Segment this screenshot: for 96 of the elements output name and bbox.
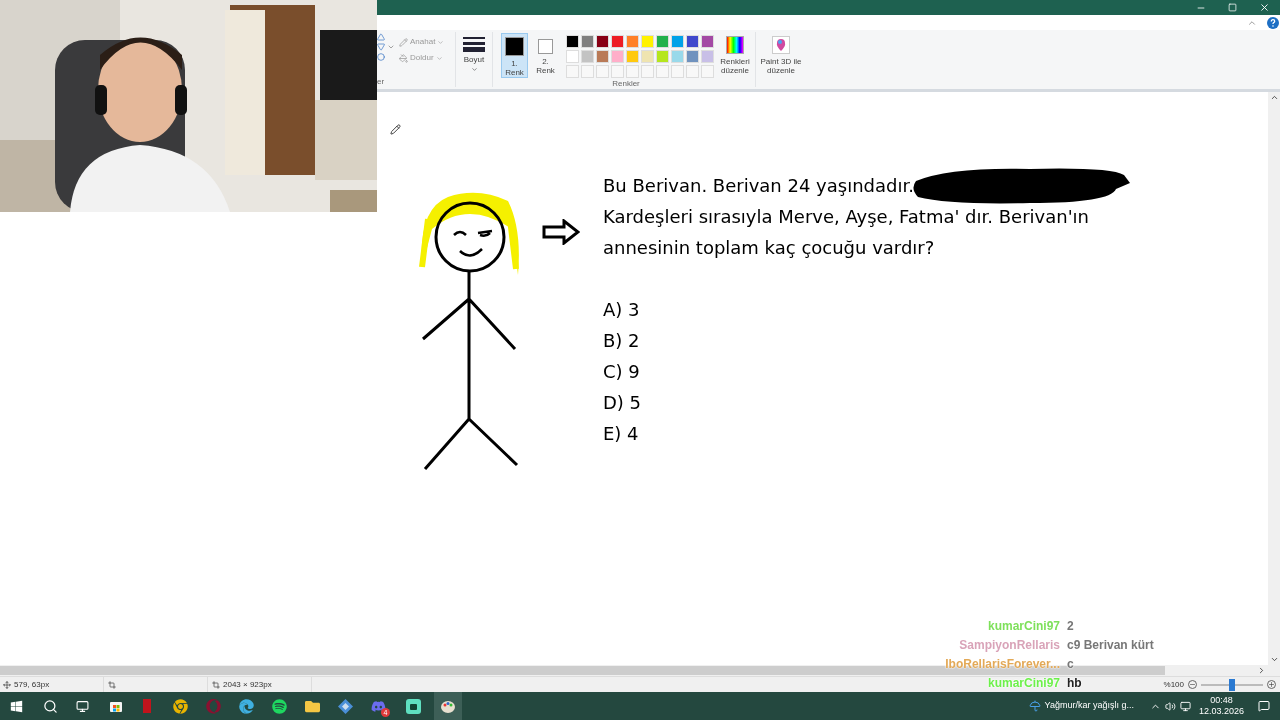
volume-icon[interactable]	[1164, 700, 1176, 712]
vertical-scrollbar[interactable]	[1268, 92, 1280, 665]
chat-username: kumarCini97	[986, 618, 1060, 635]
color-spectrum-icon	[726, 36, 744, 54]
question-text: Kardeşleri sırasıyla Merve, Ayşe, Fatma' dır. Berivan'ın	[603, 205, 1089, 229]
color-swatch[interactable]	[671, 50, 684, 63]
folder-icon[interactable]	[305, 698, 320, 714]
task-view-icon[interactable]	[76, 699, 89, 713]
chat-username: kumarCini97	[986, 675, 1060, 692]
restore-icon[interactable]	[1228, 3, 1237, 12]
empty-swatch[interactable]	[611, 65, 624, 78]
empty-swatch[interactable]	[701, 65, 714, 78]
empty-swatch[interactable]	[626, 65, 639, 78]
close-icon[interactable]	[1259, 2, 1270, 13]
empty-swatch[interactable]	[671, 65, 684, 78]
gamepad-app-icon[interactable]	[371, 698, 386, 714]
color-swatch[interactable]	[596, 50, 609, 63]
question-text: Bu Berivan. Berivan 24 yaşındadır.	[603, 174, 914, 198]
color-swatch[interactable]	[686, 35, 699, 48]
color-swatch[interactable]	[611, 35, 624, 48]
answer-option: A) 3	[603, 296, 640, 323]
chat-username: SampiyonRellaris	[958, 637, 1060, 654]
canvas-size-icon	[212, 680, 220, 689]
pencil-cursor-icon	[390, 124, 401, 135]
color-swatch[interactable]	[641, 50, 654, 63]
color-slot-button[interactable]: 2. Renk	[532, 33, 559, 78]
color-swatch[interactable]	[626, 35, 639, 48]
color-swatch[interactable]	[656, 35, 669, 48]
selection-size-icon	[108, 680, 116, 689]
color-slot-button[interactable]: 1. Renk	[501, 33, 528, 78]
diamond-app-icon[interactable]	[338, 698, 353, 714]
weather-text[interactable]: Yağmur/kar yağışlı g...	[1044, 699, 1134, 713]
cursor-position-icon	[3, 680, 11, 689]
zoom-in-icon[interactable]	[1267, 680, 1276, 689]
empty-swatch[interactable]	[566, 65, 579, 78]
empty-swatch[interactable]	[686, 65, 699, 78]
color-swatch[interactable]	[701, 35, 714, 48]
pencil-icon	[399, 37, 408, 47]
empty-swatch[interactable]	[656, 65, 669, 78]
line-width-icon	[463, 36, 485, 52]
answer-option: E) 4	[603, 420, 639, 447]
round-browser-icon[interactable]	[173, 698, 188, 714]
scroll-down-icon[interactable]	[1269, 655, 1279, 664]
cursor-position: 579, 63px	[14, 678, 50, 691]
weather-icon[interactable]	[1028, 700, 1041, 712]
palette-icon[interactable]	[440, 698, 456, 714]
answer-option: B) 2	[603, 327, 640, 354]
search-icon[interactable]	[43, 698, 58, 714]
canvas-size: 2043 × 923px	[223, 678, 272, 691]
empty-swatch[interactable]	[581, 65, 594, 78]
color-swatch[interactable]	[596, 35, 609, 48]
color-swatch[interactable]	[656, 50, 669, 63]
color-swatch[interactable]	[686, 50, 699, 63]
chat-message: c9 Berivan kürt	[1067, 637, 1154, 654]
size-button[interactable]: Boyut	[456, 30, 492, 89]
music-app-icon[interactable]	[272, 698, 287, 714]
group-label: Renkler	[612, 78, 640, 90]
clock-date[interactable]: 12.03.2026	[1198, 706, 1244, 717]
empty-swatch[interactable]	[641, 65, 654, 78]
color-swatch[interactable]	[626, 50, 639, 63]
clock-time[interactable]: 00:48	[1210, 695, 1233, 706]
zoom-slider[interactable]	[1201, 678, 1263, 691]
group-label: er	[377, 76, 385, 88]
color-swatch[interactable]	[701, 50, 714, 63]
arrow-icon	[542, 219, 580, 245]
answer-option: D) 5	[603, 389, 642, 416]
edit-colors-button[interactable]: Renkleri düzenle	[719, 33, 751, 78]
paint-drop-icon	[772, 36, 790, 54]
color-swatch[interactable]	[566, 50, 579, 63]
triangle-icon[interactable]	[377, 33, 385, 41]
scroll-right-icon[interactable]	[1257, 666, 1266, 675]
zoom-level: %100	[1163, 678, 1184, 691]
color-swatch[interactable]	[581, 50, 594, 63]
color-swatch[interactable]	[581, 35, 594, 48]
color-swatch[interactable]	[671, 35, 684, 48]
empty-swatch[interactable]	[596, 65, 609, 78]
answer-option: C) 9	[603, 358, 640, 385]
scroll-up-icon[interactable]	[1269, 93, 1279, 102]
color-swatch[interactable]	[641, 35, 654, 48]
question-text: annesinin toplam kaç çocuğu vardır?	[603, 236, 935, 260]
color-swatch[interactable]	[611, 50, 624, 63]
paint-3d-button[interactable]: Paint 3D ile düzenle	[758, 30, 804, 89]
network-icon[interactable]	[1179, 700, 1191, 712]
wave-browser-icon[interactable]	[239, 698, 254, 714]
oval-icon[interactable]	[377, 53, 385, 61]
help-icon[interactable]	[1267, 16, 1279, 29]
chat-message: hb	[1067, 675, 1083, 692]
color-swatch[interactable]	[566, 35, 579, 48]
start-icon[interactable]	[10, 699, 23, 713]
paint-bucket-icon	[399, 53, 408, 63]
scroll-down-icon[interactable]	[387, 43, 395, 51]
chat-message: 2	[1067, 618, 1075, 635]
caret-icon	[470, 66, 478, 73]
notifications-icon[interactable]	[1258, 700, 1270, 712]
zoom-slider-thumb[interactable]	[1229, 678, 1235, 691]
shopping-bag-icon[interactable]	[109, 699, 123, 713]
